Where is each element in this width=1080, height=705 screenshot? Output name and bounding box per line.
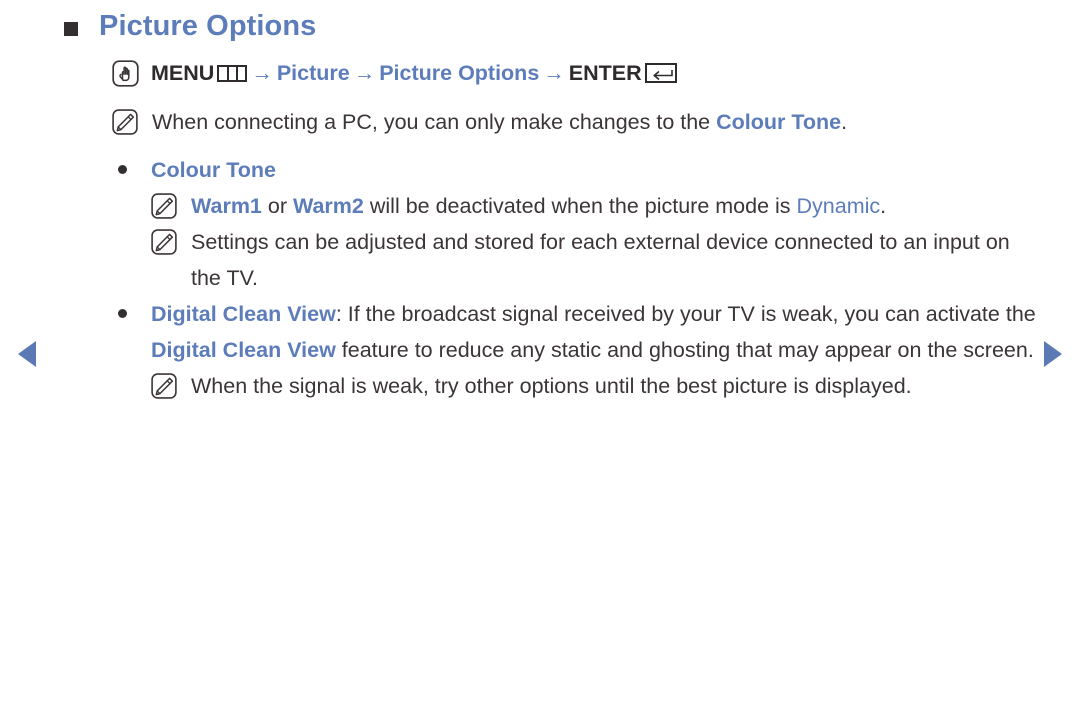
menu-bars-icon	[217, 64, 248, 82]
conj-or: or	[261, 194, 293, 218]
note-text-settings: Settings can be adjusted and stored for …	[191, 230, 1010, 290]
dcv-body-part1: : If the broadcast signal received by yo…	[335, 302, 1036, 326]
warm-note-mid: will be deactivated when the picture mod…	[363, 194, 797, 218]
note-text-warm: Warm1 or Warm2 will be deactivated when …	[191, 188, 1042, 224]
menu-item-picture[interactable]: Picture	[277, 58, 350, 88]
note-pc-part1: When connecting a PC, you can only make …	[152, 110, 717, 134]
warm-note-end: .	[880, 194, 887, 218]
hand-pointer-icon	[112, 59, 139, 87]
section-title-text[interactable]: Colour Tone	[151, 158, 276, 182]
note-text-weak-signal: When the signal is weak, try other optio…	[191, 374, 912, 398]
menu-label: MENU	[151, 61, 215, 85]
note-row-settings: Settings can be adjusted and stored for …	[151, 224, 1042, 296]
section-colour-tone: Colour Tone	[112, 152, 1042, 188]
term-digital-clean-view: Digital Clean View	[151, 338, 336, 362]
note-row-pc: When connecting a PC, you can only make …	[112, 104, 1042, 140]
previous-page-arrow[interactable]	[18, 341, 36, 367]
next-page-arrow[interactable]	[1044, 341, 1062, 367]
path-separator-2: →	[353, 61, 376, 85]
path-separator-1: →	[251, 61, 273, 85]
section-body-digital-clean-view: Digital Clean View: If the broadcast sig…	[151, 296, 1042, 368]
note-pencil-icon	[112, 109, 138, 135]
term-dynamic: Dynamic	[796, 194, 881, 218]
enter-label: ENTER	[568, 61, 642, 85]
section-title-colour-tone: Colour Tone	[151, 152, 1042, 188]
enter-return-icon	[644, 63, 677, 83]
bullet-dot-icon	[118, 309, 127, 318]
note-pencil-icon	[151, 229, 177, 255]
note-pencil-icon	[151, 373, 177, 399]
manual-page: Picture Options MENU → Picture → Picture…	[0, 0, 1080, 705]
dcv-body-part2: feature to reduce any static and ghostin…	[335, 338, 1034, 362]
note-pc-highlight: Colour Tone	[716, 110, 842, 134]
note-text-pc: When connecting a PC, you can only make …	[152, 104, 1042, 140]
square-bullet-icon	[64, 22, 78, 36]
path-separator-3: →	[543, 61, 565, 85]
menu-path-row: MENU → Picture → Picture Options → ENTER	[112, 58, 1042, 88]
page-title-row: Picture Options	[64, 12, 316, 41]
note-pencil-icon	[151, 193, 177, 219]
note-row-weak-signal: When the signal is weak, try other optio…	[151, 368, 1042, 404]
term-warm1: Warm1	[191, 194, 262, 218]
page-content: MENU → Picture → Picture Options → ENTER	[112, 58, 1042, 404]
note-pc-part2: .	[841, 110, 848, 134]
bullet-dot-icon	[118, 165, 127, 174]
term-warm2: Warm2	[292, 194, 364, 218]
page-title: Picture Options	[99, 10, 317, 42]
menu-item-picture-options[interactable]: Picture Options	[379, 58, 539, 88]
section-digital-clean-view: Digital Clean View: If the broadcast sig…	[112, 296, 1042, 368]
note-row-warm: Warm1 or Warm2 will be deactivated when …	[151, 188, 1042, 224]
section-title-text[interactable]: Digital Clean View	[151, 302, 336, 326]
